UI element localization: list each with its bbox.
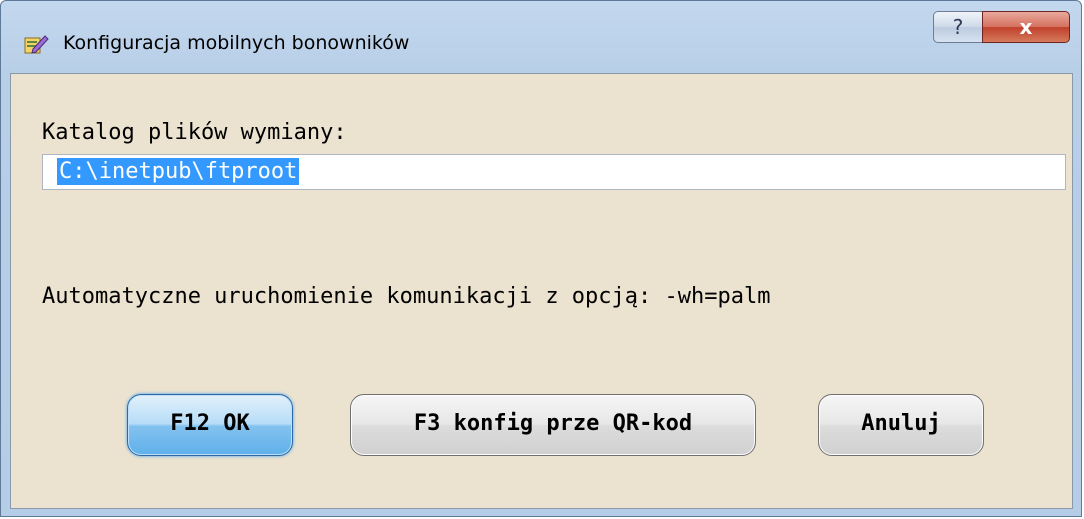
edit-icon <box>24 35 49 54</box>
auto-run-label: Automatyczne uruchomienie komunikacji z … <box>42 284 771 309</box>
qr-config-button[interactable]: F3 konfig prze QR-kod <box>350 394 756 456</box>
dialog-window: Konfiguracja mobilnych bonowników ? x Ka… <box>0 0 1082 517</box>
folder-label: Katalog plików wymiany: <box>42 120 347 145</box>
title-bar[interactable]: Konfiguracja mobilnych bonowników ? x <box>1 1 1081 73</box>
dialog-content: Katalog plików wymiany: C:\inetpub\ftpro… <box>10 73 1073 509</box>
folder-input-value: C:\inetpub\ftproot <box>57 158 300 185</box>
folder-input[interactable]: C:\inetpub\ftproot <box>42 154 1066 190</box>
help-button[interactable]: ? <box>933 11 983 43</box>
window-title: Konfiguracja mobilnych bonowników <box>63 32 410 54</box>
ok-button[interactable]: F12 OK <box>127 394 293 456</box>
cancel-button[interactable]: Anuluj <box>818 394 984 456</box>
close-button[interactable]: x <box>982 11 1070 43</box>
